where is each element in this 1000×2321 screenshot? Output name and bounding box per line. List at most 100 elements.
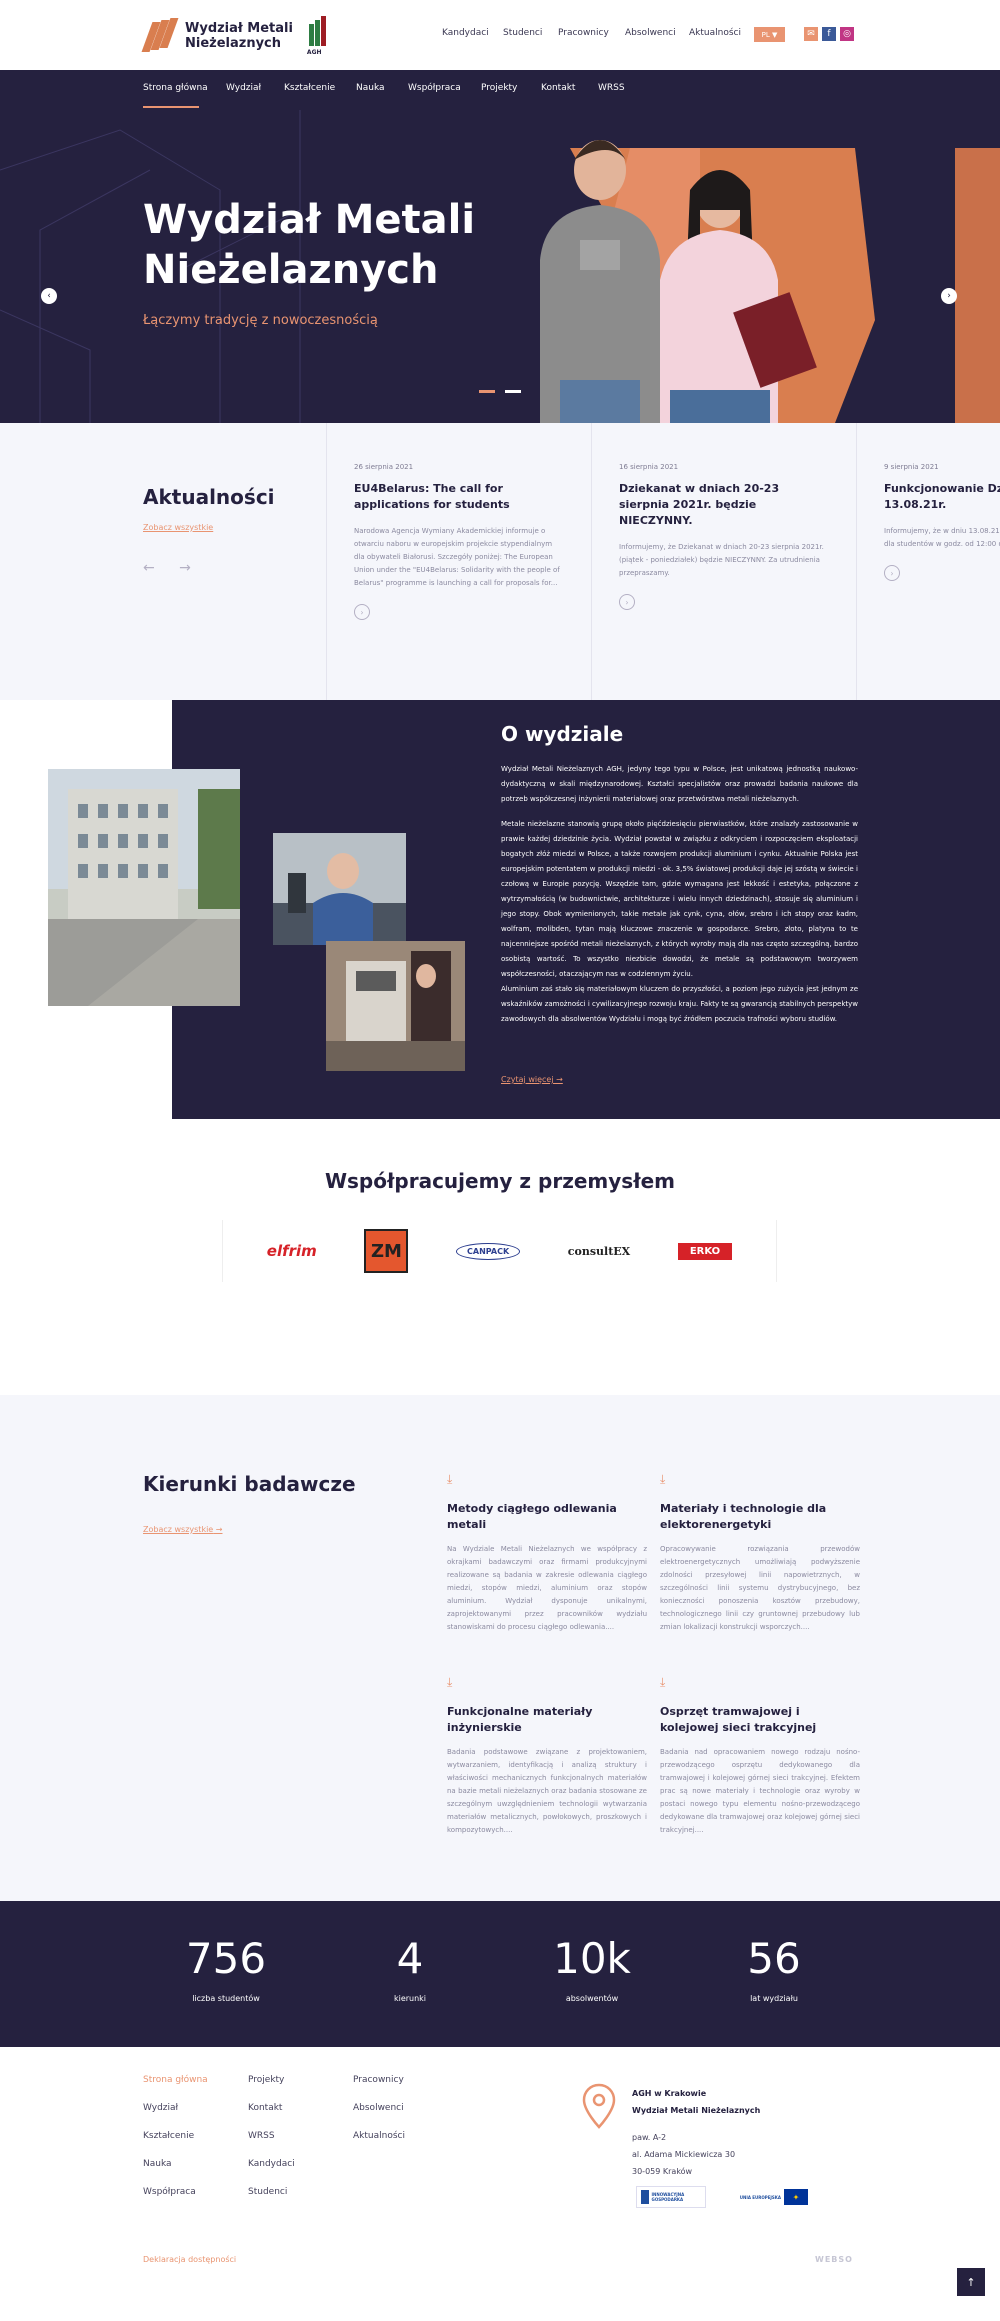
nav-item-wydzial[interactable]: Wydział (226, 83, 261, 93)
faculty-logo[interactable]: Wydział Metali Nieżelaznych AGH (141, 16, 329, 56)
footer-link[interactable]: Studenci (248, 2187, 287, 2197)
eu-logo1-text: INNOWACYJNA GOSPODARKA (651, 2192, 685, 2202)
research-item[interactable]: ⤓ Metody ciągłego odlewania metali Na Wy… (447, 1472, 647, 1634)
lab-equipment-photo (326, 941, 465, 1071)
about-read-more-link[interactable]: Czytaj więcej → (501, 1075, 563, 1084)
instagram-icon[interactable]: ◎ (840, 27, 854, 41)
agency-credit[interactable]: WEBSO (815, 2255, 853, 2264)
nav-item-nauka[interactable]: Nauka (356, 83, 385, 93)
research-item-title[interactable]: Metody ciągłego odlewania metali (447, 1501, 647, 1533)
accessibility-link[interactable]: Deklaracja dostępności (143, 2255, 236, 2264)
news-card-title[interactable]: EU4Belarus: The call for applications fo… (354, 481, 564, 513)
location-pin-icon (582, 2083, 616, 2129)
news-card-arrow-icon[interactable]: › (619, 594, 635, 610)
news-card[interactable]: 9 sierpnia 2021 Funkcjonowanie Dziekanat… (856, 423, 1000, 700)
news-card-title[interactable]: Dziekanat w dniach 20-23 sierpnia 2021r.… (619, 481, 829, 529)
news-card-excerpt: Informujemy, że w dniu 13.08.21r. Dzieka… (884, 527, 1000, 548)
news-carousel-arrows[interactable]: ← → (143, 560, 201, 576)
students-photo (540, 140, 817, 423)
partner-logo-erko[interactable]: ERKO (677, 1242, 733, 1260)
footer: Strona główna Wydział Kształcenie Nauka … (0, 2047, 1000, 2321)
partner-logo-elfrim[interactable]: elfrim (267, 1242, 317, 1260)
stat-value: 10k (553, 1934, 631, 1983)
research-item-text: Badania nad opracowaniem nowego rodzaju … (660, 1748, 860, 1834)
footer-link[interactable]: Kandydaci (248, 2159, 295, 2169)
news-card-date: 16 sierpnia 2021 (619, 463, 679, 471)
stat-students: 756 liczba studentów (156, 1934, 296, 2003)
top-link-absolwenci[interactable]: Absolwenci (625, 28, 676, 38)
news-title: Aktualności (143, 485, 275, 509)
top-link-pracownicy[interactable]: Pracownicy (558, 28, 609, 38)
footer-link[interactable]: Aktualności (353, 2131, 405, 2141)
nav-item-ksztalcenie[interactable]: Kształcenie (284, 83, 335, 93)
research-item-title[interactable]: Osprzęt tramwajowej i kolejowej sieci tr… (660, 1704, 860, 1736)
footer-address: AGH w Krakowie Wydział Metali Nieżelazny… (632, 2085, 760, 2180)
facebook-icon[interactable]: f (822, 27, 836, 41)
hero-slider: Wydział Metali Nieżelaznych Łączymy trad… (0, 110, 1000, 423)
research-item[interactable]: ⤓ Osprzęt tramwajowej i kolejowej sieci … (660, 1675, 860, 1837)
address-line: al. Adama Mickiewicza 30 (632, 2150, 736, 2159)
footer-link[interactable]: Współpraca (143, 2187, 196, 2197)
research-see-all-label: Zobacz wszystkie (143, 1525, 214, 1534)
main-nav: Strona główna Wydział Kształcenie Nauka … (0, 70, 1000, 110)
research-item[interactable]: ⤓ Materiały i technologie dla elektorene… (660, 1472, 860, 1634)
footer-link[interactable]: Absolwenci (353, 2103, 404, 2113)
news-see-all-link[interactable]: Zobacz wszystkie (143, 523, 213, 532)
language-select[interactable]: PL ▼ (754, 27, 785, 42)
about-title: O wydziale (501, 722, 624, 746)
eu-flag-icon: ✦ (784, 2189, 808, 2205)
news-card-arrow-icon[interactable]: › (884, 565, 900, 581)
footer-link[interactable]: Kontakt (248, 2103, 282, 2113)
hero-title: Wydział Metali Nieżelaznych (143, 195, 475, 295)
stat-label: liczba studentów (192, 1994, 260, 2003)
footer-link[interactable]: Wydział (143, 2103, 178, 2113)
agh-label: AGH (306, 49, 322, 56)
top-link-aktualnosci[interactable]: Aktualności (689, 28, 741, 38)
partner-logo-consultex[interactable]: consultEX (568, 1245, 630, 1258)
research-section: Kierunki badawcze Zobacz wszystkie → ⤓ M… (0, 1395, 1000, 1901)
research-item[interactable]: ⤓ Funkcjonalne materiały inżynierskie Ba… (447, 1675, 647, 1837)
footer-link[interactable]: Kształcenie (143, 2131, 194, 2141)
footer-link[interactable]: Projekty (248, 2075, 284, 2085)
hero-dot-2[interactable] (505, 390, 521, 393)
nav-item-wspolpraca[interactable]: Współpraca (408, 83, 461, 93)
about-section: O wydziale Wydział Metali Nieżelaznych A… (0, 700, 1000, 1119)
eu-logo-innovative-economy: INNOWACYJNA GOSPODARKA (636, 2186, 706, 2208)
hero-title-line1: Wydział Metali (143, 197, 476, 243)
footer-link[interactable]: Pracownicy (353, 2075, 404, 2085)
footer-link[interactable]: Nauka (143, 2159, 172, 2169)
stat-label: kierunki (393, 1994, 427, 2003)
address-line: paw. A-2 (632, 2133, 667, 2142)
agh-logo[interactable]: AGH (307, 16, 329, 56)
about-text: Wydział Metali Nieżelaznych AGH, jedyny … (501, 762, 858, 1037)
partner-logo-canpack[interactable]: CANPACK (456, 1242, 521, 1260)
hero-dot-1[interactable] (479, 390, 495, 393)
footer-link[interactable]: Strona główna (143, 2075, 208, 2085)
hero-prev-button[interactable]: ‹ (41, 288, 57, 304)
nav-item-kontakt[interactable]: Kontakt (541, 83, 575, 93)
nav-item-projekty[interactable]: Projekty (481, 83, 517, 93)
nav-item-home[interactable]: Strona główna (143, 83, 208, 93)
news-card-date: 9 sierpnia 2021 (884, 463, 939, 471)
download-icon: ⤓ (447, 1675, 453, 1689)
research-see-all-link[interactable]: Zobacz wszystkie → (143, 1525, 222, 1534)
about-paragraph: Metale nieżelazne stanowią grupę około p… (501, 820, 858, 978)
research-item-title[interactable]: Funkcjonalne materiały inżynierskie (447, 1704, 647, 1736)
social-links: ✉ f ◎ (804, 27, 854, 41)
mail-icon[interactable]: ✉ (804, 27, 818, 41)
download-icon: ⤓ (660, 1472, 666, 1486)
news-card[interactable]: 16 sierpnia 2021 Dziekanat w dniach 20-2… (591, 423, 856, 700)
nav-item-wrss[interactable]: WRSS (598, 83, 625, 93)
footer-link[interactable]: WRSS (248, 2131, 275, 2141)
hero-next-button[interactable]: › (941, 288, 957, 304)
research-item-title[interactable]: Materiały i technologie dla elektorenerg… (660, 1501, 860, 1533)
news-card-arrow-icon[interactable]: › (354, 604, 370, 620)
research-item-text: Opracowywanie rozwiązania przewodów elek… (660, 1545, 860, 1631)
partner-logo-zm-silesia[interactable]: ZM (364, 1229, 409, 1273)
news-card[interactable]: 26 sierpnia 2021 EU4Belarus: The call fo… (326, 423, 591, 700)
news-card-title[interactable]: Funkcjonowanie Dziekanatu 13.08.21r. (884, 481, 1000, 513)
top-link-studenci[interactable]: Studenci (503, 28, 542, 38)
scroll-to-top-button[interactable]: ↑ (957, 2268, 985, 2296)
stat-programs: 4 kierunki (340, 1934, 480, 2003)
top-link-kandydaci[interactable]: Kandydaci (442, 28, 489, 38)
